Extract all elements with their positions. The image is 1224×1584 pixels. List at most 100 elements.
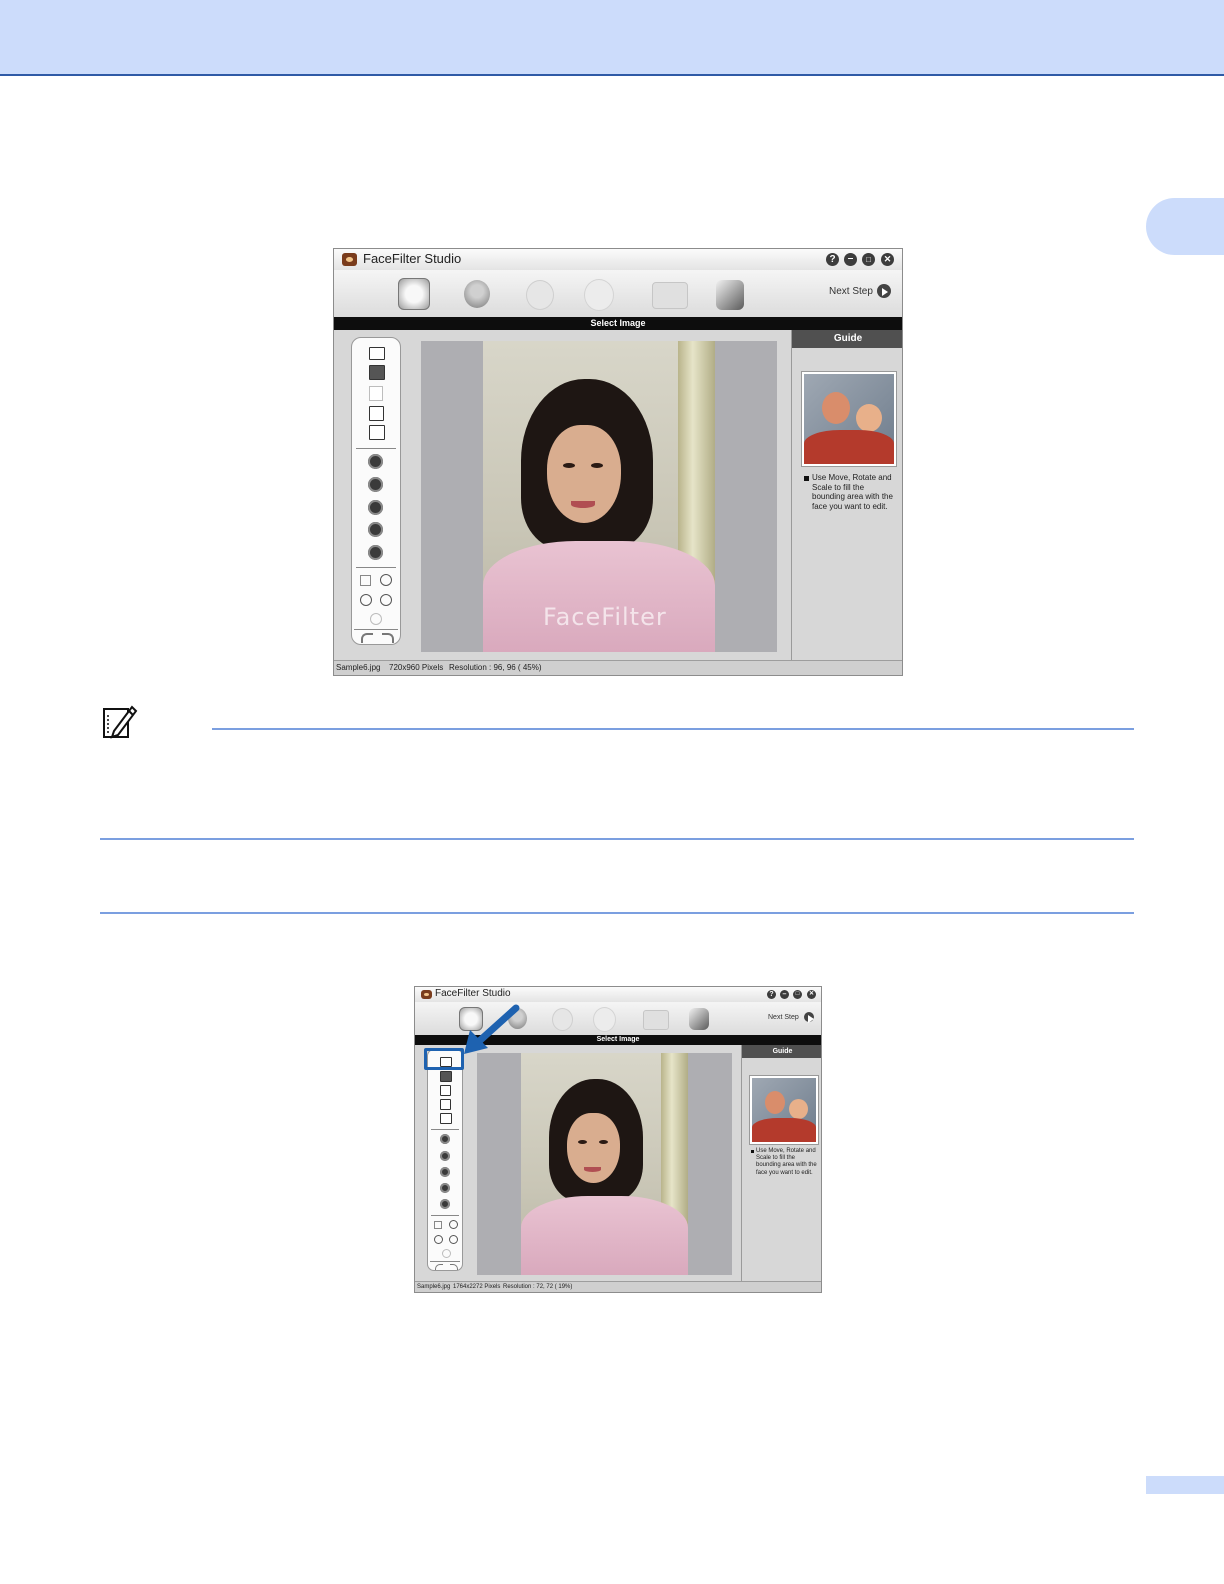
next-step-arrow-icon[interactable]	[877, 284, 891, 298]
auto-correct-icon[interactable]	[440, 1183, 450, 1193]
note-pencil-icon	[103, 705, 138, 739]
guide-bullet	[751, 1150, 754, 1153]
image-canvas[interactable]	[477, 1053, 732, 1275]
fit-to-window-icon[interactable]	[360, 575, 371, 586]
face	[547, 425, 621, 523]
red-eye-icon[interactable]	[440, 1199, 450, 1209]
auto-correct-icon[interactable]	[368, 522, 383, 537]
status-resolution: Resolution : 96, 96 ( 45%)	[449, 663, 542, 672]
flip-horizontal-icon[interactable]	[440, 1099, 451, 1110]
red-robe	[804, 430, 894, 464]
face	[567, 1113, 620, 1183]
return-icon[interactable]	[716, 280, 744, 310]
step-select-image-icon[interactable]	[398, 278, 430, 310]
step-filter-icon[interactable]	[584, 279, 614, 311]
right-eye	[591, 463, 603, 468]
guide-bullet	[804, 476, 809, 481]
portrait-photo	[521, 1053, 688, 1275]
minimize-icon[interactable]: –	[844, 253, 857, 266]
fit-to-window-icon[interactable]	[434, 1221, 442, 1229]
zoom-in-icon[interactable]	[360, 594, 372, 606]
flip-vertical-icon[interactable]	[369, 425, 385, 440]
step-edit-face-icon[interactable]	[526, 280, 554, 310]
paste-icon[interactable]	[369, 386, 383, 401]
child-face	[856, 404, 882, 432]
status-bar: Sample6.jpg 720x960 Pixels Resolution : …	[334, 660, 902, 675]
help-icon[interactable]: ?	[767, 990, 776, 999]
red-robe	[752, 1118, 816, 1142]
guide-header: Guide	[792, 330, 902, 348]
left-eye	[563, 463, 575, 468]
status-pixels: 720x960 Pixels	[389, 663, 444, 672]
zoom-out-icon[interactable]	[449, 1235, 458, 1244]
adjust-color-icon[interactable]	[440, 1167, 450, 1177]
return-icon[interactable]	[689, 1008, 709, 1030]
madonna-face	[765, 1091, 785, 1114]
child-face	[789, 1099, 808, 1119]
maximize-icon[interactable]: □	[793, 990, 802, 999]
redo-icon[interactable]	[382, 633, 394, 643]
next-step-arrow-icon[interactable]	[804, 1012, 814, 1023]
open-file-icon[interactable]	[369, 347, 385, 360]
actual-size-icon[interactable]	[380, 574, 392, 586]
hand-pan-icon[interactable]	[442, 1249, 451, 1258]
portrait-photo: FaceFilter	[483, 341, 715, 652]
pink-shirt	[483, 541, 715, 652]
guide-panel: Guide Use Move, Rotate and Scale to fill…	[741, 1045, 821, 1281]
open-file-highlight-box	[424, 1048, 464, 1070]
adjust-brightness-icon[interactable]	[368, 454, 383, 469]
print-icon[interactable]	[643, 1010, 669, 1030]
adjust-brightness-icon[interactable]	[440, 1134, 450, 1144]
next-step-label[interactable]: Next Step	[768, 1014, 799, 1021]
next-step-label[interactable]: Next Step	[829, 286, 873, 297]
adjust-contrast-icon[interactable]	[440, 1151, 450, 1161]
red-eye-icon[interactable]	[368, 545, 383, 560]
guide-thumbnail	[750, 1076, 818, 1144]
zoom-in-icon[interactable]	[434, 1235, 443, 1244]
tool-separator	[356, 567, 396, 568]
app-title: FaceFilter Studio	[435, 988, 511, 999]
note-rule-middle	[100, 838, 1134, 840]
print-icon[interactable]	[652, 282, 688, 309]
minimize-icon[interactable]: –	[780, 990, 789, 999]
close-icon[interactable]: ✕	[881, 253, 894, 266]
facefilter-watermark: FaceFilter	[543, 603, 667, 631]
callout-arrow-icon	[464, 1004, 520, 1054]
facefilter-window-large: FaceFilter Studio ? – □ ✕ Next Step Sele…	[333, 248, 903, 676]
left-eye	[578, 1140, 587, 1144]
adjust-color-icon[interactable]	[368, 500, 383, 515]
step-toolbar: Next Step	[334, 270, 902, 317]
undo-icon[interactable]	[435, 1264, 443, 1270]
hand-pan-icon[interactable]	[370, 613, 382, 625]
scan-icon[interactable]	[440, 1071, 452, 1082]
close-icon[interactable]: ✕	[807, 990, 816, 999]
redo-icon[interactable]	[450, 1264, 458, 1270]
maximize-icon[interactable]: □	[862, 253, 875, 266]
image-canvas[interactable]: FaceFilter	[421, 341, 777, 652]
status-pixels: 1764x2272 Pixels	[453, 1284, 501, 1290]
guide-header: Guide	[742, 1045, 821, 1058]
tool-separator	[354, 629, 398, 630]
pink-shirt	[521, 1196, 688, 1275]
paste-icon[interactable]	[440, 1085, 451, 1096]
help-icon[interactable]: ?	[826, 253, 839, 266]
adjust-contrast-icon[interactable]	[368, 477, 383, 492]
flip-vertical-icon[interactable]	[440, 1113, 452, 1124]
tool-separator	[356, 448, 396, 449]
tool-panel	[351, 337, 401, 645]
flip-horizontal-icon[interactable]	[369, 406, 384, 421]
actual-size-icon[interactable]	[449, 1220, 458, 1229]
note-rule-top	[212, 728, 1134, 730]
status-resolution: Resolution : 72, 72 ( 19%)	[503, 1284, 573, 1290]
scan-icon[interactable]	[369, 365, 385, 380]
status-bar: Sample6.jpg 1764x2272 Pixels Resolution …	[415, 1281, 821, 1292]
step-filter-icon[interactable]	[593, 1007, 616, 1032]
undo-icon[interactable]	[361, 633, 373, 643]
mouth	[584, 1167, 601, 1172]
zoom-out-icon[interactable]	[380, 594, 392, 606]
status-file: Sample6.jpg	[417, 1284, 451, 1290]
step-edit-face-icon[interactable]	[552, 1008, 573, 1031]
mouth	[571, 501, 595, 508]
facefilter-logo-icon	[421, 990, 432, 999]
step-select-face-icon[interactable]	[464, 280, 490, 308]
